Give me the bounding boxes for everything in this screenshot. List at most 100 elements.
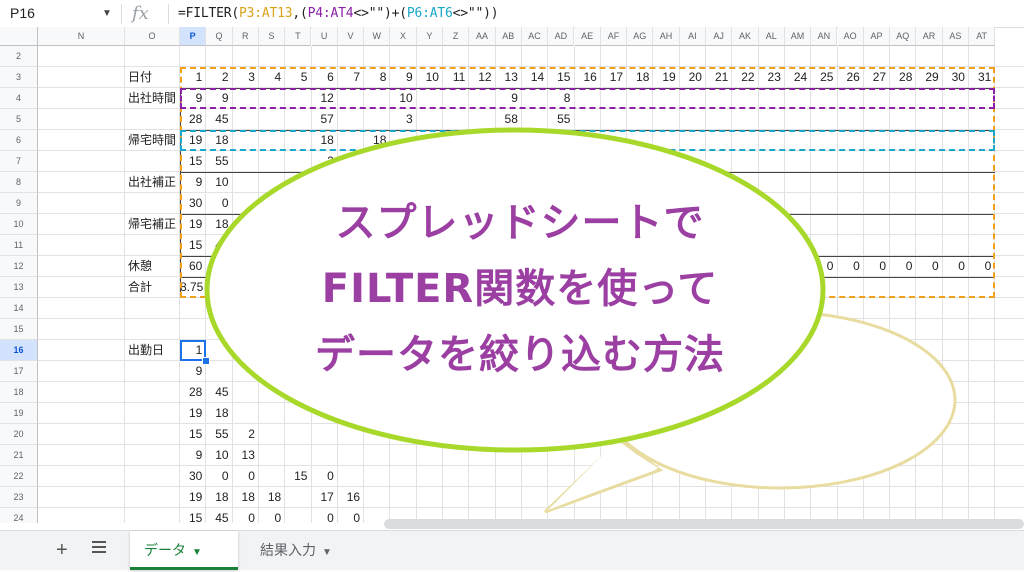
data-cell[interactable]: 2 xyxy=(233,424,255,445)
caret-down-icon[interactable]: ▼ xyxy=(192,547,202,558)
column-header[interactable]: AL xyxy=(758,27,785,46)
column-header[interactable]: AM xyxy=(784,27,812,46)
data-cell[interactable]: 30 xyxy=(180,466,202,487)
row-header[interactable]: 23 xyxy=(0,487,38,508)
column-header[interactable]: Y xyxy=(416,27,443,46)
column-header[interactable]: AK xyxy=(732,27,759,46)
data-cell[interactable]: 16 xyxy=(338,487,360,508)
column-header[interactable]: AT xyxy=(969,27,996,46)
row-header[interactable]: 21 xyxy=(0,445,38,466)
column-header[interactable]: AC xyxy=(521,27,549,46)
data-cell[interactable]: 0 xyxy=(233,508,255,523)
column-header[interactable]: AR xyxy=(916,27,943,46)
column-header[interactable]: AQ xyxy=(890,27,917,46)
column-header[interactable]: Q xyxy=(206,27,233,46)
row-header[interactable]: 22 xyxy=(0,466,38,487)
data-cell[interactable]: 0 xyxy=(233,466,255,487)
data-cell[interactable]: 9 xyxy=(180,445,203,466)
column-header[interactable]: V xyxy=(337,27,365,46)
row-header[interactable]: 5 xyxy=(0,109,38,130)
row-label-cell[interactable]: 出社補正 xyxy=(128,172,176,193)
row-header[interactable]: 3 xyxy=(0,67,38,88)
row-header[interactable]: 4 xyxy=(0,88,38,109)
data-cell[interactable]: 15 xyxy=(180,508,202,523)
data-cell[interactable]: 0 xyxy=(312,466,334,487)
fill-handle[interactable] xyxy=(202,357,211,365)
row-label-cell[interactable]: 帰宅時間 xyxy=(128,130,176,151)
column-header[interactable]: U xyxy=(311,27,338,46)
data-cell[interactable]: 9 xyxy=(180,361,203,382)
data-cell[interactable]: 13 xyxy=(233,445,255,466)
horizontal-scrollbar[interactable] xyxy=(384,519,1024,529)
row-header[interactable]: 10 xyxy=(0,214,38,235)
data-cell[interactable]: 0 xyxy=(206,466,229,487)
row-header[interactable]: 12 xyxy=(0,256,38,277)
row-header[interactable]: 19 xyxy=(0,403,38,424)
data-cell[interactable]: 15 xyxy=(285,466,307,487)
column-header[interactable]: AP xyxy=(863,27,891,46)
column-header[interactable]: AJ xyxy=(706,27,733,46)
formula-input[interactable]: =FILTER(P3:AT13,(P4:AT4<>"")+(P6:AT6<>""… xyxy=(178,0,499,27)
row-label-cell[interactable]: 出社時間 xyxy=(128,88,176,109)
data-cell[interactable]: 0 xyxy=(259,508,282,523)
row-header[interactable]: 11 xyxy=(0,235,38,256)
data-cell[interactable]: 28 xyxy=(180,382,202,403)
name-box[interactable]: P16 ▼ xyxy=(4,3,116,24)
row-label-cell[interactable]: 帰宅補正 xyxy=(128,214,176,235)
row-label-cell[interactable]: 日付 xyxy=(128,67,152,88)
column-header[interactable]: P xyxy=(180,27,207,46)
column-header[interactable]: T xyxy=(285,27,312,46)
row-header[interactable]: 18 xyxy=(0,382,38,403)
column-header[interactable]: AS xyxy=(942,27,969,46)
sheet-tab-result-input[interactable]: 結果入力 ▼ xyxy=(246,531,358,570)
row-header[interactable]: 24 xyxy=(0,508,38,523)
column-header[interactable]: AI xyxy=(679,27,706,46)
data-cell[interactable]: 17 xyxy=(312,487,333,508)
data-cell[interactable]: 18 xyxy=(206,403,228,424)
row-header[interactable]: 2 xyxy=(0,46,38,67)
column-header[interactable]: X xyxy=(390,27,417,46)
column-header[interactable]: O xyxy=(125,27,180,46)
data-cell[interactable]: 0 xyxy=(338,508,360,523)
data-cell[interactable]: 55 xyxy=(206,424,228,445)
row-header[interactable]: 16 xyxy=(0,340,38,361)
column-header[interactable]: AF xyxy=(600,27,628,46)
column-header[interactable]: AN xyxy=(811,27,838,46)
row-header[interactable]: 9 xyxy=(0,193,38,214)
data-cell[interactable]: 45 xyxy=(206,508,228,523)
row-header[interactable]: 17 xyxy=(0,361,38,382)
row-header[interactable]: 15 xyxy=(0,319,38,340)
column-header[interactable]: AO xyxy=(837,27,864,46)
column-header[interactable]: R xyxy=(232,27,259,46)
column-header[interactable]: Z xyxy=(443,27,470,46)
column-header[interactable]: W xyxy=(364,27,391,46)
row-header[interactable]: 8 xyxy=(0,172,38,193)
column-header[interactable]: AH xyxy=(653,27,680,46)
sheet-tab-data[interactable]: データ ▼ xyxy=(130,531,238,570)
row-header[interactable]: 13 xyxy=(0,277,38,298)
row-header[interactable]: 6 xyxy=(0,130,38,151)
column-header[interactable]: AB xyxy=(495,27,522,46)
data-cell[interactable]: 18 xyxy=(233,487,255,508)
column-header[interactable]: AE xyxy=(574,27,601,46)
data-cell[interactable]: 19 xyxy=(180,403,202,424)
row-header[interactable]: 20 xyxy=(0,424,38,445)
name-box-dropdown-icon[interactable]: ▼ xyxy=(102,3,112,24)
row-header[interactable]: 14 xyxy=(0,298,38,319)
row-label-cell[interactable]: 出勤日 xyxy=(128,340,164,361)
row-label-cell[interactable]: 合計 xyxy=(128,277,152,298)
add-sheet-icon[interactable]: + xyxy=(56,539,68,562)
data-cell[interactable]: 18 xyxy=(206,487,228,508)
column-header[interactable]: AA xyxy=(469,27,496,46)
select-all-corner[interactable] xyxy=(0,27,38,46)
data-cell[interactable]: 0 xyxy=(312,508,334,523)
column-header[interactable]: AG xyxy=(627,27,654,46)
row-header[interactable]: 7 xyxy=(0,151,38,172)
data-cell[interactable]: 15 xyxy=(180,424,202,445)
column-header[interactable]: AD xyxy=(548,27,575,46)
caret-down-icon[interactable]: ▼ xyxy=(322,547,332,558)
data-cell[interactable]: 10 xyxy=(206,445,228,466)
column-header[interactable]: N xyxy=(38,27,125,46)
data-cell[interactable]: 18 xyxy=(259,487,281,508)
row-label-cell[interactable]: 休憩 xyxy=(128,256,152,277)
